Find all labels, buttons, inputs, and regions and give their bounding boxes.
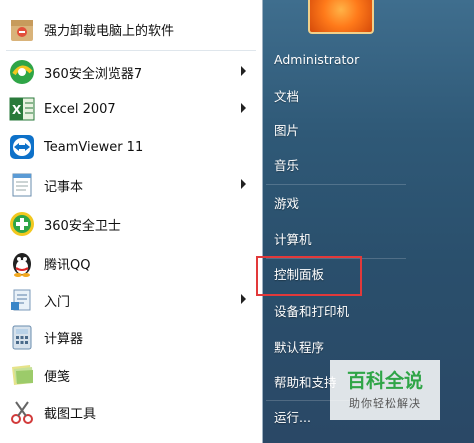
menu-item-getting-started[interactable]: 入门 <box>8 281 256 319</box>
watermark-subtitle: 助你轻松解决 <box>349 397 421 410</box>
submenu-arrow-icon <box>241 66 246 76</box>
menu-item-label: 360安全卫士 <box>44 218 121 234</box>
menu-item-excel[interactable]: X Excel 2007 <box>8 90 256 128</box>
submenu-arrow-icon <box>241 103 246 113</box>
menu-item-label: 腾讯QQ <box>44 257 91 273</box>
menu-item-360-browser[interactable]: 360安全浏览器7 <box>8 53 256 91</box>
watermark-title: 百科全说 <box>346 370 423 392</box>
menu-item-label: 计算器 <box>44 331 84 347</box>
right-item-computer[interactable]: 计算机 <box>266 228 444 252</box>
right-item-devices-printers[interactable]: 设备和打印机 <box>266 300 444 324</box>
watermark-logo: 百科全说 助你轻松解决 <box>330 360 440 420</box>
menu-item-label: TeamViewer 11 <box>44 139 144 155</box>
menu-item-uninstall[interactable]: 强力卸载电脑上的软件 <box>8 10 256 48</box>
menu-item-label: Excel 2007 <box>44 101 116 117</box>
right-item-administrator[interactable]: Administrator <box>266 48 444 72</box>
notepad-icon <box>8 171 36 199</box>
menu-item-label: 强力卸载电脑上的软件 <box>44 23 175 39</box>
menu-item-notepad[interactable]: 记事本 <box>8 166 256 204</box>
360-browser-icon <box>8 58 36 86</box>
right-item-pictures[interactable]: 图片 <box>266 119 444 143</box>
right-item-documents[interactable]: 文档 <box>266 85 444 109</box>
excel-icon: X <box>8 95 36 123</box>
right-item-music[interactable]: 音乐 <box>266 154 444 178</box>
menu-item-label: 360安全浏览器7 <box>44 66 143 82</box>
menu-separator <box>6 50 256 51</box>
menu-item-label: 入门 <box>44 294 71 310</box>
snipping-tool-icon <box>8 398 36 426</box>
svg-text:X: X <box>12 103 22 117</box>
menu-item-teamviewer[interactable]: TeamViewer 11 <box>8 128 256 166</box>
control-panel-highlight-box <box>256 256 362 296</box>
getting-started-icon <box>8 286 36 314</box>
submenu-arrow-icon <box>241 294 246 304</box>
menu-item-sticky-notes[interactable]: 便笺 <box>8 356 256 394</box>
menu-item-qq[interactable]: 腾讯QQ <box>8 244 256 282</box>
menu-item-360-security[interactable]: 360安全卫士 <box>8 205 256 243</box>
uninstall-box-icon <box>8 15 36 43</box>
user-avatar-flower[interactable] <box>308 0 374 34</box>
sticky-notes-icon <box>8 361 36 389</box>
menu-item-calculator[interactable]: 计算器 <box>8 318 256 356</box>
qq-penguin-icon <box>8 249 36 277</box>
start-menu-left-panel: 强力卸载电脑上的软件 360安全浏览器7 X Excel 2007 TeamVi… <box>0 0 263 443</box>
menu-item-snipping-tool[interactable]: 截图工具 <box>8 393 256 431</box>
calculator-icon <box>8 323 36 351</box>
360-security-icon <box>8 210 36 238</box>
right-separator <box>266 184 406 185</box>
menu-item-label: 便笺 <box>44 369 71 385</box>
menu-item-label: 记事本 <box>44 179 84 195</box>
submenu-arrow-icon <box>241 179 246 189</box>
teamviewer-icon <box>8 133 36 161</box>
right-item-games[interactable]: 游戏 <box>266 192 444 216</box>
right-item-default-programs[interactable]: 默认程序 <box>266 336 444 360</box>
menu-item-label: 截图工具 <box>44 406 97 422</box>
